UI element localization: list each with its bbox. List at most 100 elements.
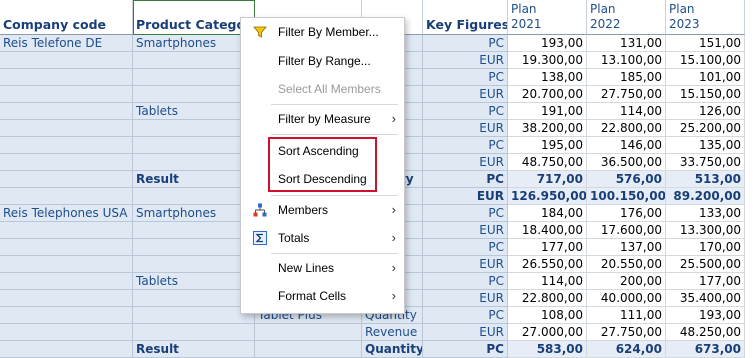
value-cell[interactable]: 193,00 (508, 35, 587, 52)
product-cell[interactable] (255, 324, 362, 341)
value-cell[interactable]: 177,00 (508, 239, 587, 256)
product-category-cell[interactable] (133, 290, 255, 307)
menu-new-lines[interactable]: New Lines › (241, 257, 404, 279)
company-code-cell[interactable] (0, 69, 133, 86)
header-product-category[interactable]: Product Categor (133, 0, 255, 35)
value-cell[interactable]: 170,00 (666, 239, 745, 256)
value-cell[interactable]: 25.200,00 (666, 120, 745, 137)
unit-cell[interactable]: PC (423, 35, 508, 52)
value-cell[interactable]: 48.750,00 (508, 154, 587, 171)
value-cell[interactable]: 673,00 (666, 341, 745, 358)
value-cell[interactable]: 20.550,00 (587, 256, 666, 273)
value-cell[interactable]: 583,00 (508, 341, 587, 358)
unit-cell[interactable]: PC (423, 273, 508, 290)
unit-cell[interactable]: PC (423, 239, 508, 256)
company-code-cell[interactable] (0, 273, 133, 290)
key-figure-cell[interactable]: Quantity (362, 341, 423, 358)
value-cell[interactable]: 27.000,00 (508, 324, 587, 341)
menu-totals[interactable]: Totals › (241, 227, 404, 249)
value-cell[interactable]: 137,00 (587, 239, 666, 256)
company-code-cell[interactable] (0, 256, 133, 273)
product-category-cell[interactable] (133, 307, 255, 324)
value-cell[interactable]: 22.800,00 (587, 120, 666, 137)
product-category-cell[interactable]: Result (133, 171, 255, 188)
value-cell[interactable]: 36.500,00 (587, 154, 666, 171)
value-cell[interactable]: 27.750,00 (587, 324, 666, 341)
value-cell[interactable]: 138,00 (508, 69, 587, 86)
value-cell[interactable]: 38.200,00 (508, 120, 587, 137)
value-cell[interactable]: 185,00 (587, 69, 666, 86)
value-cell[interactable]: 114,00 (587, 103, 666, 120)
company-code-cell[interactable] (0, 307, 133, 324)
value-cell[interactable]: 146,00 (587, 137, 666, 154)
value-cell[interactable]: 114,00 (508, 273, 587, 290)
value-cell[interactable]: 33.750,00 (666, 154, 745, 171)
value-cell[interactable]: 18.400,00 (508, 222, 587, 239)
company-code-cell[interactable] (0, 86, 133, 103)
value-cell[interactable]: 13.300,00 (666, 222, 745, 239)
value-cell[interactable]: 100.150,00 (587, 188, 666, 205)
company-code-cell[interactable] (0, 103, 133, 120)
product-category-cell[interactable] (133, 256, 255, 273)
value-cell[interactable]: 191,00 (508, 103, 587, 120)
value-cell[interactable]: 15.100,00 (666, 52, 745, 69)
company-code-cell[interactable] (0, 137, 133, 154)
company-code-cell[interactable] (0, 239, 133, 256)
menu-members[interactable]: Members › (241, 199, 404, 221)
menu-format-cells[interactable]: Format Cells › (241, 285, 404, 307)
company-code-cell[interactable] (0, 120, 133, 137)
header-plan-2022[interactable]: Plan 2022 (587, 0, 666, 35)
product-category-cell[interactable] (133, 69, 255, 86)
value-cell[interactable]: 111,00 (587, 307, 666, 324)
value-cell[interactable]: 193,00 (666, 307, 745, 324)
value-cell[interactable]: 135,00 (666, 137, 745, 154)
unit-cell[interactable]: PC (423, 341, 508, 358)
product-category-cell[interactable] (133, 154, 255, 171)
value-cell[interactable]: 576,00 (587, 171, 666, 188)
product-category-cell[interactable]: Tablets (133, 103, 255, 120)
unit-cell[interactable]: EUR (423, 324, 508, 341)
menu-filter-by-measure[interactable]: Filter by Measure › (241, 108, 404, 130)
value-cell[interactable]: 133,00 (666, 205, 745, 222)
value-cell[interactable]: 89.200,00 (666, 188, 745, 205)
value-cell[interactable]: 20.700,00 (508, 86, 587, 103)
unit-cell[interactable]: EUR (423, 188, 508, 205)
company-code-cell[interactable]: Reis Telefone DE (0, 35, 133, 52)
company-code-cell[interactable] (0, 341, 133, 358)
header-key-figures[interactable]: Key Figures (423, 0, 508, 35)
menu-filter-by-member[interactable]: Filter By Member... (241, 21, 404, 43)
menu-filter-by-range[interactable]: Filter By Range... (241, 50, 404, 72)
company-code-cell[interactable] (0, 290, 133, 307)
product-category-cell[interactable] (133, 86, 255, 103)
company-code-cell[interactable] (0, 171, 133, 188)
unit-cell[interactable]: EUR (423, 290, 508, 307)
value-cell[interactable]: 126,00 (666, 103, 745, 120)
value-cell[interactable]: 200,00 (587, 273, 666, 290)
unit-cell[interactable]: EUR (423, 154, 508, 171)
value-cell[interactable]: 624,00 (587, 341, 666, 358)
product-category-cell[interactable] (133, 239, 255, 256)
company-code-cell[interactable] (0, 52, 133, 69)
value-cell[interactable]: 26.550,00 (508, 256, 587, 273)
value-cell[interactable]: 151,00 (666, 35, 745, 52)
value-cell[interactable]: 184,00 (508, 205, 587, 222)
value-cell[interactable]: 22.800,00 (508, 290, 587, 307)
value-cell[interactable]: 717,00 (508, 171, 587, 188)
value-cell[interactable]: 27.750,00 (587, 86, 666, 103)
header-company-code[interactable]: Company code (0, 0, 133, 35)
product-category-cell[interactable] (133, 120, 255, 137)
unit-cell[interactable]: PC (423, 137, 508, 154)
product-category-cell[interactable] (133, 188, 255, 205)
company-code-cell[interactable] (0, 222, 133, 239)
product-category-cell[interactable]: Smartphones (133, 205, 255, 222)
value-cell[interactable]: 19.300,00 (508, 52, 587, 69)
value-cell[interactable]: 176,00 (587, 205, 666, 222)
unit-cell[interactable]: EUR (423, 86, 508, 103)
company-code-cell[interactable] (0, 188, 133, 205)
product-category-cell[interactable] (133, 52, 255, 69)
unit-cell[interactable]: PC (423, 171, 508, 188)
value-cell[interactable]: 40.000,00 (587, 290, 666, 307)
value-cell[interactable]: 35.400,00 (666, 290, 745, 307)
value-cell[interactable]: 101,00 (666, 69, 745, 86)
header-plan-2023[interactable]: Plan 2023 (666, 0, 745, 35)
